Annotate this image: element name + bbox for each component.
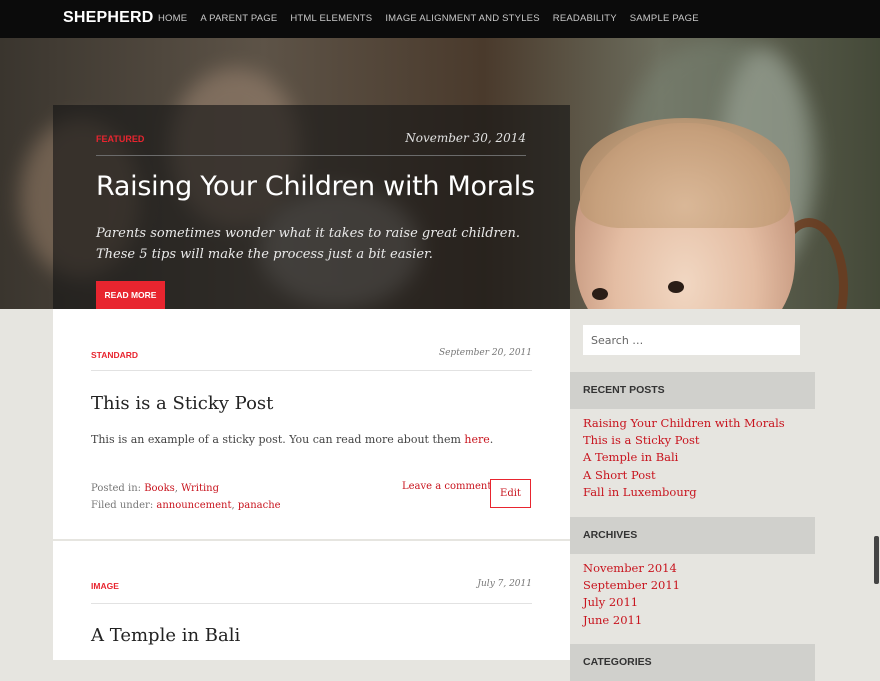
- leave-comment-link[interactable]: Leave a comment: [402, 481, 491, 492]
- post-title[interactable]: A Temple in Bali: [91, 625, 240, 646]
- featured-category[interactable]: FEATURED: [96, 134, 144, 144]
- list-item: A Short Post: [583, 467, 785, 484]
- list-item: June 2011: [583, 612, 680, 629]
- post-divider: [91, 603, 532, 604]
- excerpt-end: .: [489, 433, 494, 446]
- recent-post-link[interactable]: Fall in Luxembourg: [583, 485, 697, 499]
- list-item: Raising Your Children with Morals: [583, 415, 785, 432]
- filed-under-label: Filed under:: [91, 500, 157, 511]
- edit-button[interactable]: Edit: [490, 479, 531, 508]
- featured-divider: [96, 155, 526, 156]
- featured-date: November 30, 2014: [405, 131, 526, 145]
- archive-link[interactable]: June 2011: [583, 613, 642, 627]
- nav-html-elements[interactable]: HTML ELEMENTS: [290, 13, 372, 24]
- featured-excerpt: Parents sometimes wonder what it takes t…: [96, 226, 520, 262]
- list-item: November 2014: [583, 560, 680, 577]
- scrollbar-thumb[interactable]: [874, 536, 879, 584]
- list-item: This is a Sticky Post: [583, 432, 785, 449]
- tag-link[interactable]: announcement: [156, 500, 231, 511]
- post-card: STANDARD September 20, 2011 This is a St…: [53, 309, 570, 539]
- featured-post: FEATURED November 30, 2014 Raising Your …: [53, 105, 570, 309]
- archives-list: November 2014 September 2011 July 2011 J…: [583, 560, 680, 629]
- list-item: A Temple in Bali: [583, 449, 785, 466]
- post-card: IMAGE July 7, 2011 A Temple in Bali: [53, 541, 570, 671]
- archives-title: ARCHIVES: [570, 517, 815, 554]
- post-list: STANDARD September 20, 2011 This is a St…: [53, 309, 570, 660]
- post-excerpt-text: This is an example of a sticky post. You…: [91, 433, 465, 446]
- baby-eye: [592, 288, 608, 300]
- recent-posts-title: RECENT POSTS: [570, 372, 815, 409]
- posted-in: Posted in: Books, Writing: [91, 483, 220, 494]
- category-link[interactable]: Books: [144, 483, 175, 494]
- recent-post-link[interactable]: A Temple in Bali: [583, 450, 678, 464]
- post-date: July 7, 2011: [477, 579, 532, 589]
- recent-posts-list: Raising Your Children with Morals This i…: [583, 415, 785, 501]
- nav-readability[interactable]: READABILITY: [553, 13, 617, 24]
- archive-link[interactable]: September 2011: [583, 578, 680, 592]
- main-nav: HOME A PARENT PAGE HTML ELEMENTS IMAGE A…: [158, 13, 712, 24]
- nav-parent-page[interactable]: A PARENT PAGE: [200, 13, 277, 24]
- post-category[interactable]: STANDARD: [91, 350, 138, 360]
- post-title[interactable]: This is a Sticky Post: [91, 393, 273, 414]
- posted-in-label: Posted in:: [91, 483, 145, 494]
- post-excerpt: This is an example of a sticky post. You…: [91, 433, 493, 446]
- tag-link[interactable]: panache: [238, 500, 281, 511]
- excerpt-link[interactable]: here: [464, 433, 489, 446]
- sidebar: RECENT POSTS Raising Your Children with …: [570, 309, 815, 681]
- post-divider: [91, 370, 532, 371]
- site-logo[interactable]: SHEPHERD: [63, 9, 154, 27]
- featured-title[interactable]: Raising Your Children with Morals: [96, 171, 535, 202]
- recent-post-link[interactable]: Raising Your Children with Morals: [583, 416, 785, 430]
- recent-post-link[interactable]: A Short Post: [583, 468, 656, 482]
- nav-image-alignment[interactable]: IMAGE ALIGNMENT AND STYLES: [385, 13, 539, 24]
- list-item: Fall in Luxembourg: [583, 484, 785, 501]
- list-item: September 2011: [583, 577, 680, 594]
- baby-hair: [580, 118, 790, 228]
- list-item: July 2011: [583, 594, 680, 611]
- recent-post-link[interactable]: This is a Sticky Post: [583, 433, 700, 447]
- top-navbar: SHEPHERD HOME A PARENT PAGE HTML ELEMENT…: [0, 0, 880, 38]
- categories-title: CATEGORIES: [570, 644, 815, 681]
- archive-link[interactable]: July 2011: [583, 595, 638, 609]
- read-more-button[interactable]: READ MORE: [96, 281, 165, 309]
- category-link[interactable]: Writing: [181, 483, 219, 494]
- filed-under: Filed under: announcement, panache: [91, 500, 281, 511]
- baby-eye: [668, 281, 684, 293]
- post-category[interactable]: IMAGE: [91, 581, 119, 591]
- post-meta: Posted in: Books, Writing Filed under: a…: [91, 480, 281, 514]
- archive-link[interactable]: November 2014: [583, 561, 677, 575]
- post-date: September 20, 2011: [438, 348, 532, 358]
- nav-home[interactable]: HOME: [158, 13, 187, 24]
- search-input[interactable]: [583, 325, 800, 355]
- nav-sample-page[interactable]: SAMPLE PAGE: [630, 13, 699, 24]
